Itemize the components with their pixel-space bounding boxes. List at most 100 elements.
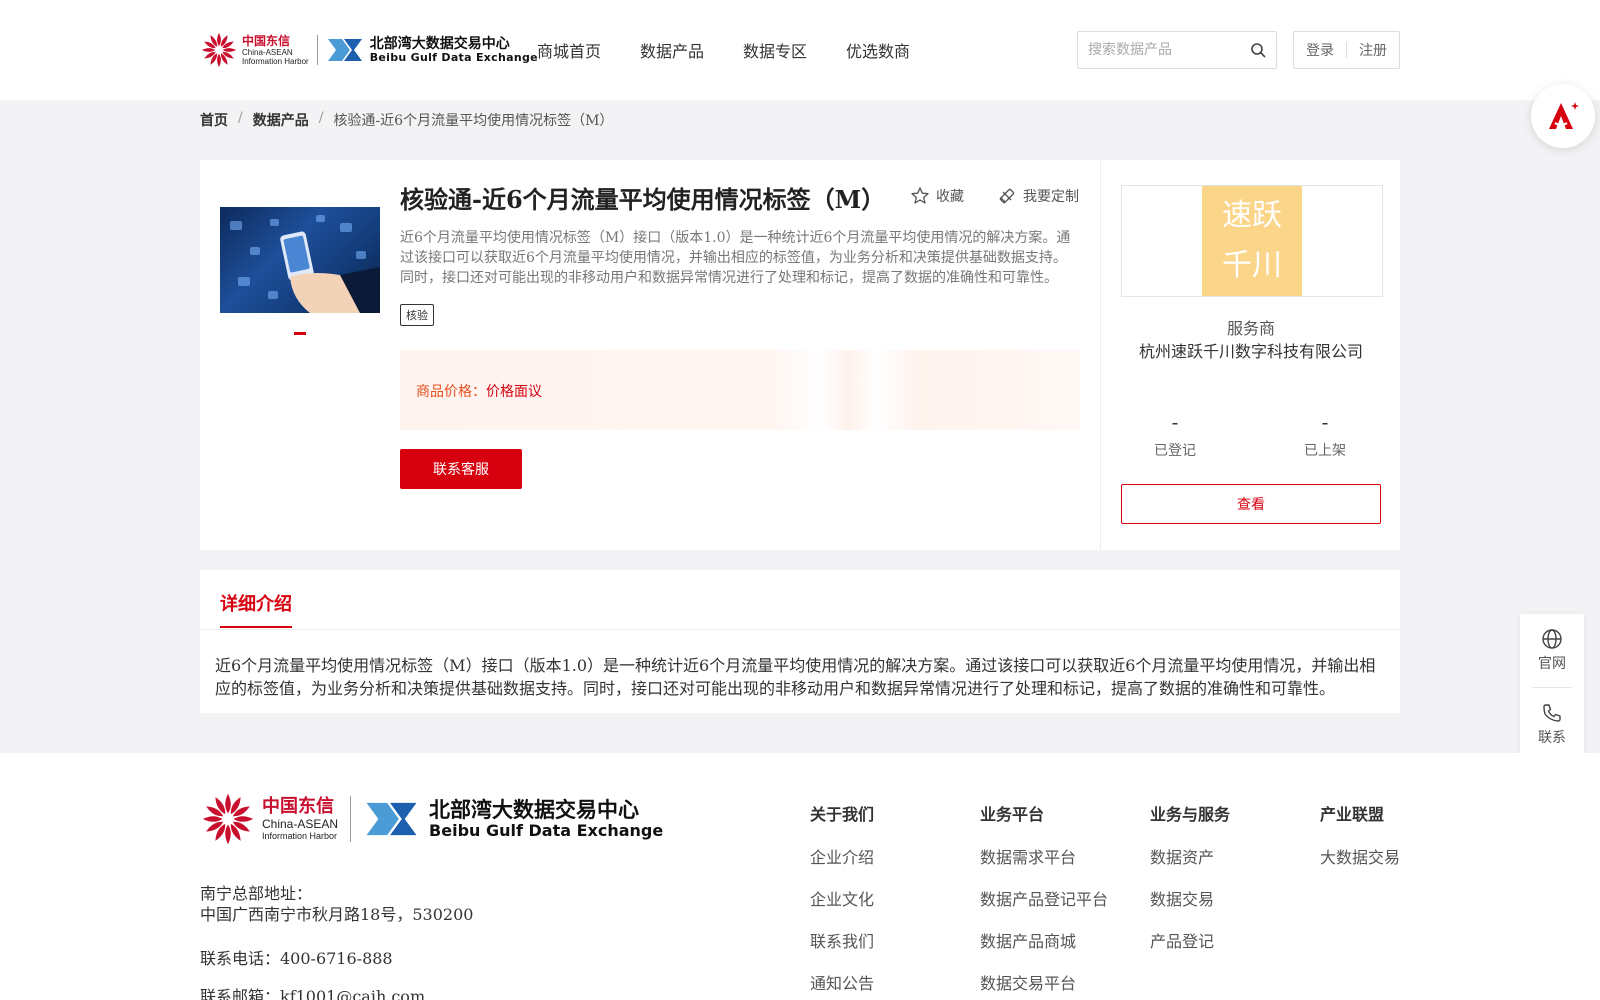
nav-data-zone[interactable]: 数据专区	[743, 38, 807, 62]
footer-col-heading: 业务平台	[980, 805, 1045, 824]
price-value: 价格面议	[486, 384, 542, 400]
nav-preferred-vendors[interactable]: 优选数商	[846, 38, 910, 62]
auth-box: 登录 注册	[1293, 31, 1400, 69]
nav-data-products[interactable]: 数据产品	[640, 38, 704, 62]
product-description: 近6个月流量平均使用情况标签（M）接口（版本1.0）是一种统计近6个月流量平均使…	[400, 230, 1071, 286]
footer-col-heading: 业务与服务	[1150, 805, 1231, 824]
image-carousel-indicator[interactable]	[294, 332, 306, 335]
product-illustration	[230, 215, 380, 313]
footer-link[interactable]: 企业介绍	[810, 844, 874, 868]
search-input[interactable]	[1078, 42, 1238, 58]
footer-link[interactable]: 联系我们	[810, 928, 874, 952]
stat-registered: - 已登记	[1135, 410, 1215, 460]
vendor-logo: 速跃 千川	[1202, 186, 1302, 296]
footer-link[interactable]: 数据交易平台	[980, 970, 1108, 994]
product-tag: 核验	[400, 304, 434, 326]
star-icon	[911, 187, 929, 204]
register-link[interactable]: 注册	[1347, 40, 1399, 60]
detail-divider	[200, 629, 1400, 630]
breadcrumb-band: 首页 / 数据产品 / 核验通-近6个月流量平均使用情况标签（M）	[0, 100, 1600, 140]
nav-mall-home[interactable]: 商城首页	[537, 38, 601, 62]
footer-address: 南宁总部地址： 中国广西南宁市秋月路18号，530200	[200, 883, 473, 925]
footer-link[interactable]: 企业文化	[810, 886, 874, 910]
footer-col-heading: 关于我们	[810, 805, 875, 824]
breadcrumb-home[interactable]: 首页	[200, 110, 228, 130]
search-box	[1077, 31, 1277, 69]
footer-col-platform: 业务平台 数据需求平台 数据产品登记平台 数据产品商城 数据交易平台	[980, 801, 1108, 1000]
footer-link[interactable]: 数据产品商城	[980, 928, 1108, 952]
customize-label: 我要定制	[1023, 189, 1079, 205]
breadcrumb-category[interactable]: 数据产品	[253, 110, 309, 130]
bx-logo-en: Beibu Gulf Data Exchange	[369, 50, 538, 64]
price-label: 商品价格：	[416, 384, 486, 400]
footer-phone: 联系电话：400-6716-888	[200, 949, 393, 968]
detail-text: 近6个月流量平均使用情况标签（M）接口（版本1.0）是一种统计近6个月流量平均使…	[215, 656, 1376, 698]
china-asean-flower-icon	[201, 32, 237, 68]
footer-bx-en: Beibu Gulf Data Exchange	[429, 821, 664, 840]
footer-col-alliance: 产业联盟 大数据交易	[1320, 801, 1400, 886]
side-tool-contact[interactable]: 联系	[1520, 702, 1584, 747]
tab-detail-intro[interactable]: 详细介绍	[220, 590, 292, 628]
login-link[interactable]: 登录	[1294, 40, 1346, 60]
logo-en-bottom: Information Harbor	[242, 56, 309, 66]
footer-address-value: 中国广西南宁市秋月路18号，530200	[200, 905, 474, 924]
side-tool-website-label: 官网	[1538, 656, 1566, 672]
contact-service-button[interactable]: 联系客服	[400, 449, 522, 489]
product-card: 核验通-近6个月流量平均使用情况标签（M） 收藏 我要定制 近6个月流量平均使用…	[200, 160, 1100, 550]
footer-address-label: 南宁总部地址：	[200, 884, 313, 903]
ai-assistant-icon	[1549, 102, 1579, 129]
globe-icon	[1542, 629, 1562, 649]
breadcrumb-current: 核验通-近6个月流量平均使用情况标签（M）	[333, 113, 614, 129]
footer-link[interactable]: 数据需求平台	[980, 844, 1108, 868]
footer-col-heading: 产业联盟	[1320, 805, 1385, 824]
phone-icon	[1543, 704, 1561, 722]
footer-link[interactable]: 数据资产	[1150, 844, 1230, 868]
footer-link[interactable]: 大数据交易	[1320, 844, 1400, 868]
logo-en-top: China-ASEAN	[242, 47, 293, 57]
vendor-name: 杭州速跃千川数字科技有限公司	[1138, 342, 1363, 361]
customize-icon	[999, 188, 1015, 204]
side-tool-contact-label: 联系	[1538, 730, 1566, 746]
breadcrumb-sep: /	[238, 110, 243, 126]
detail-card: 详细介绍 近6个月流量平均使用情况标签（M）接口（版本1.0）是一种统计近6个月…	[200, 570, 1400, 713]
favorite-button[interactable]: 收藏	[910, 186, 964, 206]
main-nav: 商城首页 数据产品 数据专区 优选数商	[537, 38, 949, 62]
price-box: 商品价格：价格面议	[400, 350, 1080, 430]
customize-button[interactable]: 我要定制	[997, 186, 1079, 206]
footer-link[interactable]: 通知公告	[810, 970, 874, 994]
view-vendor-button[interactable]: 查看	[1121, 484, 1381, 524]
footer-link[interactable]: 产品登记	[1150, 928, 1230, 952]
footer-link[interactable]: 数据产品登记平台	[980, 886, 1108, 910]
vendor-logo-line1: 速跃	[1222, 198, 1282, 233]
bx-logo-cn: 北部湾大数据交易中心	[369, 35, 510, 52]
footer-col-about: 关于我们 企业介绍 企业文化 联系我们 通知公告	[810, 801, 874, 1000]
site-footer: 中国东信 China-ASEAN Information Harbor 北部湾大…	[0, 753, 1600, 1000]
vendor-role: 服务商	[1226, 319, 1275, 338]
site-header: 中国东信 China-ASEAN Information Harbor 北部湾大…	[0, 0, 1600, 100]
side-toolbar: 官网 联系	[1520, 614, 1584, 760]
bx-mark-icon	[366, 802, 417, 836]
stat-registered-label: 已登记	[1154, 443, 1196, 459]
side-tool-divider	[1532, 687, 1572, 688]
breadcrumb-sep: /	[318, 110, 324, 126]
vendor-logo-line2: 千川	[1222, 248, 1282, 283]
price-row: 商品价格：价格面议	[416, 381, 542, 401]
footer-logo-en-top: China-ASEAN	[262, 816, 339, 831]
footer-email: 联系邮箱：kf1001@caih.com	[200, 987, 426, 1000]
footer-logo[interactable]: 中国东信 China-ASEAN Information Harbor 北部湾大…	[200, 791, 663, 847]
footer-logo-cn: 中国东信	[262, 795, 334, 817]
breadcrumb: 首页 / 数据产品 / 核验通-近6个月流量平均使用情况标签（M）	[200, 110, 613, 130]
logo-cn: 中国东信	[242, 33, 291, 48]
footer-logo-divider	[350, 796, 352, 842]
logo-divider	[316, 35, 318, 65]
product-title: 核验通-近6个月流量平均使用情况标签（M）	[400, 185, 886, 214]
product-image[interactable]	[220, 207, 380, 313]
stat-listed-value: -	[1321, 410, 1329, 434]
china-asean-flower-icon	[202, 793, 254, 845]
floating-assistant-button[interactable]	[1531, 84, 1595, 148]
stat-listed: - 已上架	[1285, 410, 1365, 460]
site-logo[interactable]: 中国东信 China-ASEAN Information Harbor 北部湾大…	[200, 30, 538, 70]
footer-link[interactable]: 数据交易	[1150, 886, 1230, 910]
search-icon[interactable]	[1250, 42, 1266, 58]
side-tool-website[interactable]: 官网	[1520, 628, 1584, 673]
